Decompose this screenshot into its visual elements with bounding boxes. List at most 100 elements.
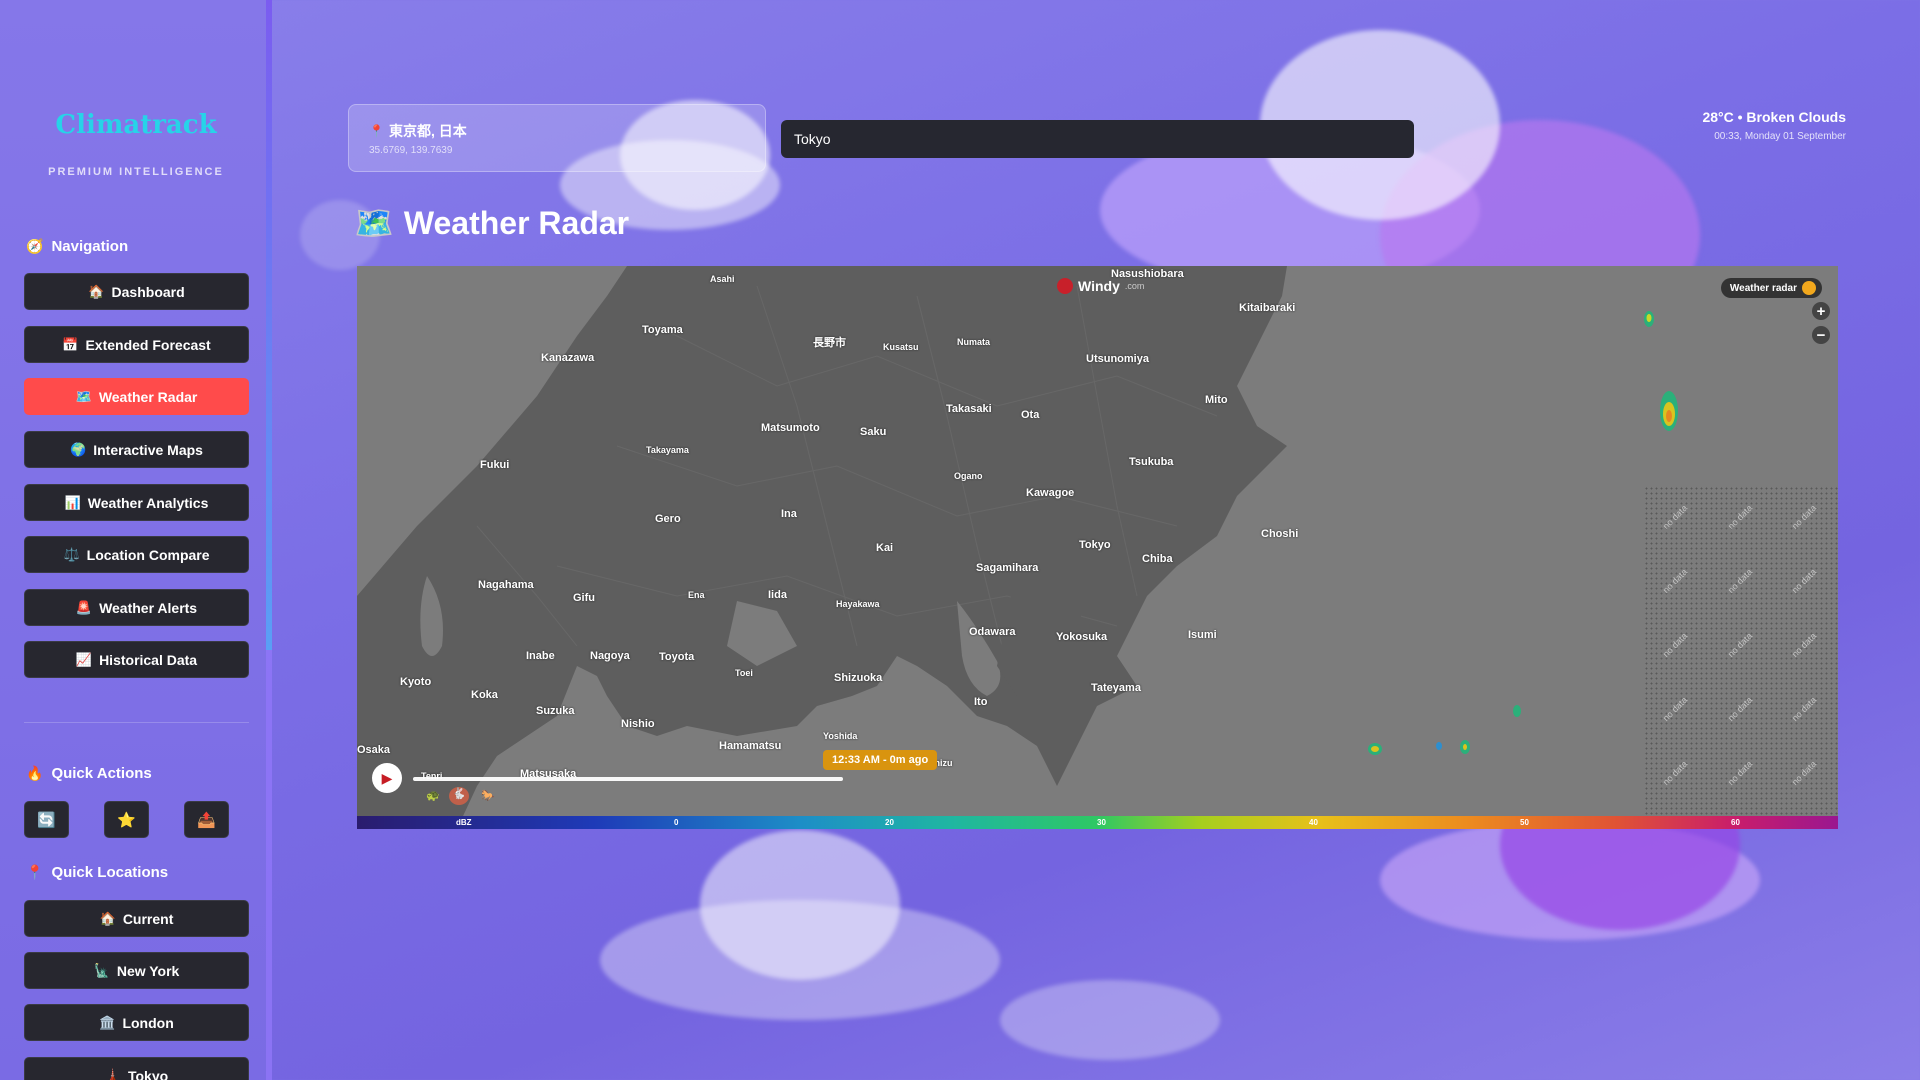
city-label: Numata <box>957 337 991 347</box>
quick-location-current-button[interactable]: 🏠 Current <box>24 900 249 937</box>
city-label: Takayama <box>646 445 689 455</box>
scale-tick-label: 60 <box>1731 818 1740 827</box>
speed-fast-icon[interactable]: 🐎 <box>481 789 495 802</box>
nav-label: Extended Forecast <box>85 336 211 353</box>
play-icon: ▶ <box>381 769 393 786</box>
location-search-input[interactable] <box>781 120 1414 158</box>
nav-label: Interactive Maps <box>93 441 203 458</box>
quick-location-new-york-button[interactable]: 🗽 New York <box>24 952 249 989</box>
refresh-icon: 🔄 <box>37 811 56 829</box>
speed-slow-icon[interactable]: 🐢 <box>426 789 440 802</box>
city-label: Ito <box>974 696 988 708</box>
city-label: Kusatsu <box>883 342 919 352</box>
current-location-card: 📍 東京都, 日本 35.6769, 139.7639 <box>348 104 766 172</box>
nav-label: Dashboard <box>111 283 185 300</box>
flame-icon: 🔥 <box>26 765 44 781</box>
star-icon: ⭐ <box>117 811 136 829</box>
current-datetime: 00:33, Monday 01 September <box>1714 131 1846 142</box>
city-label: Kyoto <box>400 676 432 688</box>
windy-logo-icon <box>1057 278 1073 294</box>
quick-location-label: London <box>122 1014 174 1031</box>
city-label: Kawagoe <box>1026 487 1075 499</box>
nav-dashboard-button[interactable]: 🏠 Dashboard <box>24 273 249 310</box>
refresh-button[interactable]: 🔄 <box>24 801 69 838</box>
speed-normal-icon[interactable]: 🐇 <box>449 787 469 805</box>
quick-location-label: Tokyo <box>127 1067 169 1080</box>
city-label: Kitaibaraki <box>1239 302 1296 314</box>
city-label: Inabe <box>526 650 555 662</box>
city-label: Hamamatsu <box>719 740 782 752</box>
page-title: 🗺️ Weather Radar <box>354 204 629 242</box>
line-chart-icon: 📈 <box>75 651 93 667</box>
globe-icon: 🌍 <box>70 441 87 457</box>
quick-location-london-button[interactable]: 🏛️ London <box>24 1004 249 1041</box>
nav-extended-forecast-button[interactable]: 📅 Extended Forecast <box>24 326 249 363</box>
share-icon: 📤 <box>197 811 216 829</box>
city-label: Gifu <box>573 592 595 604</box>
navigation-title-label: Navigation <box>51 238 129 255</box>
current-weather-summary: 28°C • Broken Clouds 00:33, Monday 01 Se… <box>1702 109 1846 142</box>
city-label: 長野市 <box>813 337 846 349</box>
nav-interactive-maps-button[interactable]: 🌍 Interactive Maps <box>24 431 249 468</box>
brand-tagline: PREMIUM INTELLIGENCE <box>48 166 224 178</box>
windy-logo[interactable]: Windy .com <box>1057 278 1144 294</box>
city-label: Tsukuba <box>1129 456 1174 468</box>
city-label: Tateyama <box>1091 682 1141 694</box>
city-label: Nagoya <box>590 650 630 662</box>
quick-locations-title-label: Quick Locations <box>51 864 169 881</box>
nav-weather-radar-button[interactable]: 🗺️ Weather Radar <box>24 378 249 415</box>
cloud-decoration <box>700 830 900 980</box>
scales-icon: ⚖️ <box>63 546 80 562</box>
city-label: Yokosuka <box>1056 631 1108 643</box>
nav-weather-analytics-button[interactable]: 📊 Weather Analytics <box>24 484 249 521</box>
sidebar: Climatrack PREMIUM INTELLIGENCE 🧭 Naviga… <box>0 0 272 1080</box>
city-label: Saku <box>860 426 887 438</box>
city-label: Mito <box>1205 394 1228 406</box>
share-button[interactable]: 📤 <box>184 801 229 838</box>
quick-location-tokyo-button[interactable]: 🗼 Tokyo <box>24 1057 249 1080</box>
play-button[interactable]: ▶ <box>372 763 402 793</box>
sidebar-divider <box>24 722 249 723</box>
scale-unit-label: dBZ <box>456 818 472 827</box>
layer-label: Weather radar <box>1729 282 1797 294</box>
zoom-out-button[interactable]: − <box>1812 326 1830 344</box>
city-label: Utsunomiya <box>1086 353 1149 365</box>
city-label: Toyama <box>642 324 683 336</box>
city-label: Ina <box>781 508 797 520</box>
pin-icon: 📍 <box>369 124 384 138</box>
favorite-button[interactable]: ⭐ <box>104 801 149 838</box>
scale-tick-label: 0 <box>674 818 679 827</box>
pin-icon: 📍 <box>26 864 44 880</box>
windy-logo-suffix: .com <box>1124 281 1145 291</box>
nav-historical-data-button[interactable]: 📈 Historical Data <box>24 641 249 678</box>
city-label: Nishio <box>621 718 655 730</box>
radar-map[interactable]: no data no data no data no data no data … <box>357 266 1838 829</box>
timeline-slider[interactable] <box>413 777 843 781</box>
house-icon: 🏠 <box>88 283 105 299</box>
city-label: Hayakawa <box>836 599 880 609</box>
quick-location-label: New York <box>116 962 180 979</box>
radar-color-scale: dBZ 0 20 30 40 50 60 <box>357 816 1838 829</box>
city-label: Yoshida <box>823 731 858 741</box>
quick-actions-title-label: Quick Actions <box>51 765 152 782</box>
city-label: Fukui <box>480 459 510 471</box>
nav-location-compare-button[interactable]: ⚖️ Location Compare <box>24 536 249 573</box>
page-title-text: Weather Radar <box>403 204 630 241</box>
city-label: Matsumoto <box>761 422 820 434</box>
nav-label: Weather Analytics <box>87 494 209 511</box>
zoom-in-button[interactable]: + <box>1812 302 1830 320</box>
quick-actions-section-title: 🔥 Quick Actions <box>26 765 152 782</box>
city-label: Kai <box>876 542 894 554</box>
windy-logo-text: Windy <box>1078 278 1120 294</box>
statue-of-liberty-icon: 🗽 <box>93 962 110 978</box>
city-label: Koka <box>471 689 498 701</box>
current-weather-text: 28°C • Broken Clouds <box>1702 109 1846 125</box>
city-label: Isumi <box>1188 629 1217 641</box>
nav-weather-alerts-button[interactable]: 🚨 Weather Alerts <box>24 589 249 626</box>
city-label: Odawara <box>969 626 1016 638</box>
layer-selector[interactable]: Weather radar <box>1720 278 1822 298</box>
city-label: Sagamihara <box>976 562 1039 574</box>
quick-locations-section-title: 📍 Quick Locations <box>26 864 168 881</box>
map-icon: 🗺️ <box>75 388 92 404</box>
city-label: Chiba <box>1142 553 1173 565</box>
